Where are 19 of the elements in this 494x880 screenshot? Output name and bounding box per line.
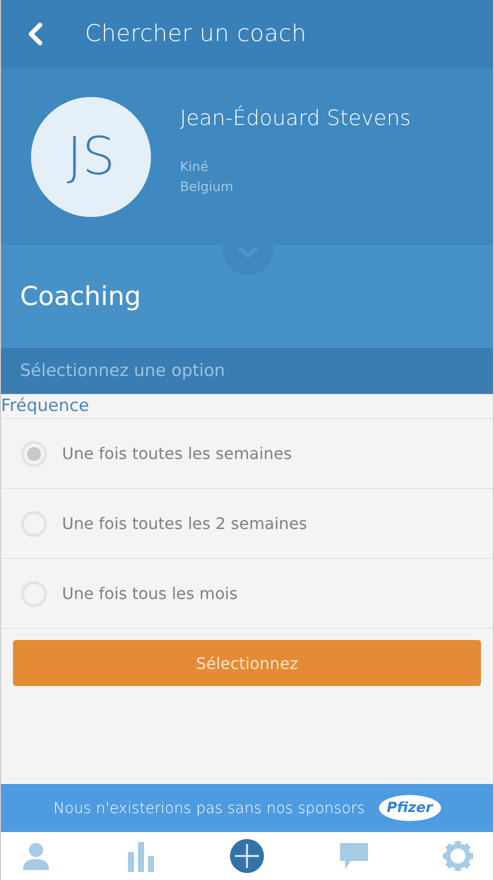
bar-chart-icon[interactable]: [126, 840, 156, 872]
coach-name: Jean-Édouard Stevens: [180, 106, 411, 130]
page-title: Chercher un coach: [85, 21, 306, 47]
option-label: Une fois toutes les semaines: [62, 444, 292, 463]
coach-profession: Kiné: [180, 160, 210, 175]
avatar-initials: JS: [31, 97, 151, 217]
chat-bubble-icon[interactable]: [338, 842, 368, 870]
plus-icon[interactable]: [230, 839, 264, 873]
person-icon[interactable]: [21, 841, 51, 871]
sponsor-text: Nous n'existerions pas sans nos sponsors: [53, 799, 365, 817]
prompt-text: Sélectionnez une option: [20, 361, 226, 381]
sponsor-logo: Pfizer: [378, 795, 441, 821]
option-label: Une fois tous les mois: [62, 584, 238, 603]
coach-country: Belgium: [180, 180, 234, 195]
radio-button[interactable]: [21, 440, 47, 466]
gear-icon[interactable]: [443, 841, 473, 871]
section-title: Coaching: [20, 282, 141, 312]
option-label: Une fois toutes les 2 semaines: [62, 514, 308, 533]
select-button[interactable]: Sélectionnez: [13, 640, 481, 686]
